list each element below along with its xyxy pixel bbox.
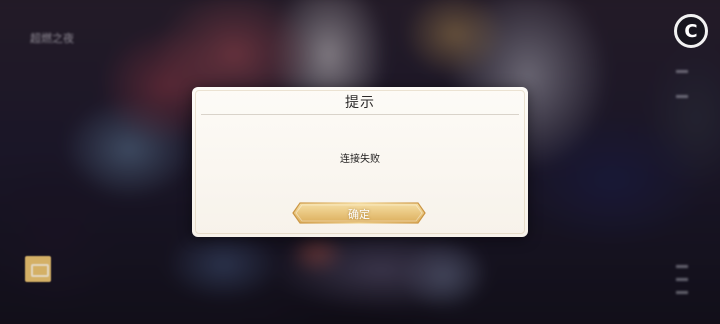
corner-button-glyph: C: [684, 20, 698, 42]
menu-mark: [676, 95, 688, 98]
circle-c-icon[interactable]: C: [674, 14, 708, 48]
confirm-button-label: 确定: [348, 208, 370, 221]
confirm-button[interactable]: 确定: [292, 202, 426, 224]
alert-dialog: 提示 连接失败 确定: [192, 87, 528, 237]
dialog-divider: [201, 114, 519, 115]
background-title: 超燃之夜: [30, 32, 74, 45]
menu-mark: [676, 265, 688, 268]
right-side-menu: C: [662, 0, 708, 324]
menu-mark: [676, 70, 688, 73]
dialog-message: 连接失败: [340, 154, 380, 165]
game-screen: 超燃之夜 C 提示 连接失败 确定: [0, 0, 720, 324]
dialog-title: 提示: [345, 95, 375, 111]
mail-icon: [25, 256, 51, 282]
menu-mark: [676, 278, 688, 281]
menu-mark: [676, 291, 688, 294]
